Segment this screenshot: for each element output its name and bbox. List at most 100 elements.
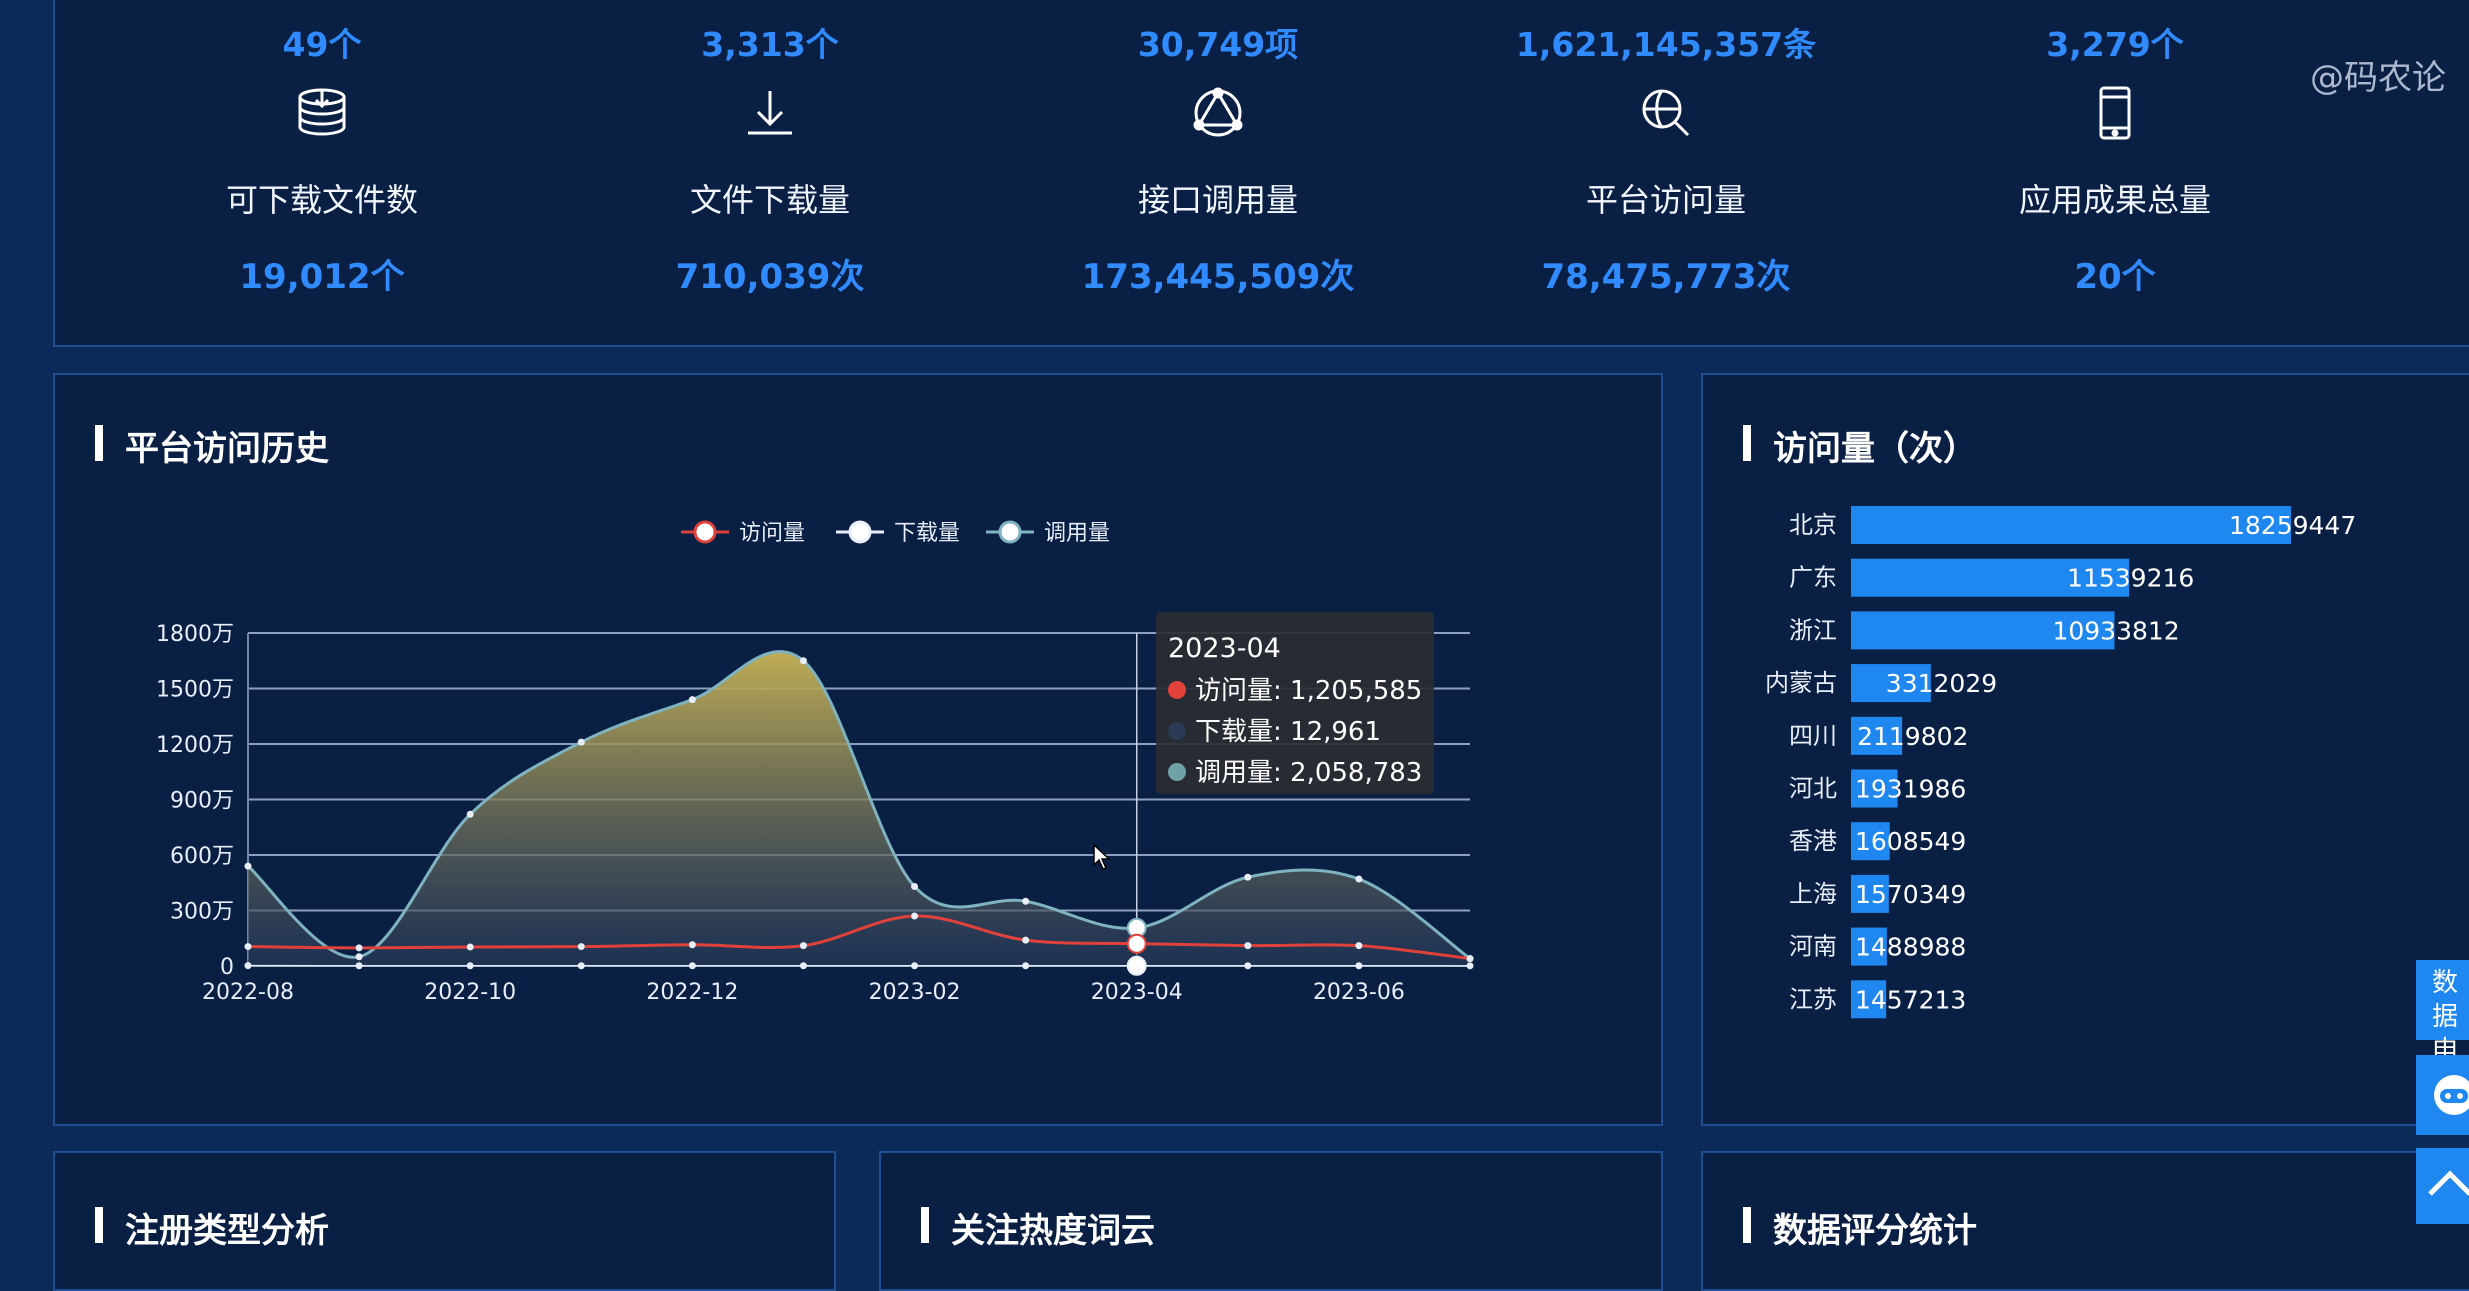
data-apply-button[interactable]: 数据申请: [2416, 960, 2469, 1040]
x-tick-label: 2022-12: [646, 980, 738, 1005]
registration-panel: 注册类型分析: [53, 1151, 836, 1291]
stat-value: 20个: [1935, 249, 2295, 298]
stat-value: 78,475,773次: [1486, 249, 1846, 298]
bar-value-label: 1457213: [1855, 985, 1966, 1014]
legend-marker: [695, 522, 715, 542]
data-point: [1355, 876, 1362, 883]
rating-panel: 数据评分统计: [1701, 1151, 2469, 1291]
tooltip-marker: [1168, 681, 1186, 699]
bar-value-label: 10933812: [2052, 616, 2179, 645]
y-tick-label: 1200万: [156, 733, 234, 758]
bar-category-label: 河北: [1789, 775, 1837, 803]
data-point: [800, 657, 807, 664]
chevron-up-icon: [2416, 1148, 2469, 1224]
data-point: [245, 863, 252, 870]
y-tick-label: 1500万: [156, 678, 234, 703]
data-point: [1467, 962, 1474, 969]
data-point: [689, 696, 696, 703]
watermark-text: @码农论: [2310, 50, 2446, 99]
data-point: [1128, 935, 1146, 953]
visits-bar-chart[interactable]: 北京18259447广东11539216浙江10933812内蒙古3312029…: [1703, 375, 2469, 1128]
tooltip-marker: [1168, 763, 1186, 781]
history-line-chart[interactable]: 0300万600万900万1200万1500万1800万2022-082022-…: [55, 375, 1665, 1128]
bar-category-label: 北京: [1789, 511, 1837, 539]
data-point: [578, 962, 585, 969]
stat-label: 可下载文件数: [142, 175, 502, 221]
stat-top-value: 30,749项: [1038, 18, 1398, 66]
data-point: [1355, 942, 1362, 949]
api-triangle-icon: [1190, 85, 1246, 141]
stat-top-value: 49个: [142, 18, 502, 66]
legend-label: 调用量: [1044, 521, 1110, 546]
stat-app-results: 应用成果总量 20个: [1935, 85, 2295, 298]
stat-label: 文件下载量: [590, 175, 950, 221]
wordcloud-panel: 关注热度词云: [879, 1151, 1663, 1291]
y-tick-label: 1800万: [156, 622, 234, 647]
robot-assistant-button[interactable]: [2416, 1055, 2469, 1135]
data-point: [1355, 962, 1362, 969]
bar: [1851, 506, 2291, 544]
bar-value-label: 1608549: [1855, 827, 1966, 856]
y-tick-label: 0: [220, 955, 234, 980]
history-panel: 平台访问历史 0300万600万900万1200万1500万1800万2022-…: [53, 373, 1663, 1126]
bar-category-label: 河南: [1789, 933, 1837, 961]
bar-category-label: 江苏: [1789, 985, 1837, 1013]
data-point: [578, 943, 585, 950]
robot-icon: [2416, 1055, 2469, 1135]
panel-title: 数据评分统计: [1743, 1203, 1977, 1252]
data-point: [689, 941, 696, 948]
bar-value-label: 1570349: [1855, 880, 1966, 909]
stat-value: 710,039次: [590, 249, 950, 298]
stat-label: 应用成果总量: [1935, 175, 2295, 221]
stat-top-value: 1,621,145,357条: [1486, 18, 1846, 66]
stat-platform-visits: 平台访问量 78,475,773次: [1486, 85, 1846, 298]
bar-value-label: 1931986: [1855, 775, 1966, 804]
stat-api-calls: 接口调用量 173,445,509次: [1038, 85, 1398, 298]
data-point: [1022, 898, 1029, 905]
tooltip-row: 访问量: 1,205,585: [1195, 676, 1422, 706]
visits-panel: 访问量（次） 北京18259447广东11539216浙江10933812内蒙古…: [1701, 373, 2469, 1126]
data-point: [1022, 937, 1029, 944]
data-point: [800, 942, 807, 949]
data-point: [467, 943, 474, 950]
data-point: [1244, 962, 1251, 969]
data-point: [578, 739, 585, 746]
database-download-icon: [294, 85, 350, 141]
x-tick-label: 2023-04: [1091, 980, 1183, 1005]
bar-category-label: 内蒙古: [1765, 669, 1837, 697]
x-tick-label: 2022-10: [424, 980, 516, 1005]
tooltip-date: 2023-04: [1168, 633, 1281, 664]
legend-marker: [1000, 522, 1020, 542]
bar-category-label: 四川: [1789, 722, 1837, 750]
bar-category-label: 广东: [1789, 564, 1837, 592]
bar-category-label: 上海: [1789, 880, 1837, 908]
stat-file-downloads: 文件下载量 710,039次: [590, 85, 950, 298]
x-tick-label: 2022-08: [202, 980, 294, 1005]
data-point: [245, 962, 252, 969]
legend-marker: [850, 522, 870, 542]
bar-value-label: 3312029: [1886, 669, 1997, 698]
data-point: [689, 962, 696, 969]
x-tick-label: 2023-06: [1313, 980, 1405, 1005]
data-point: [356, 953, 363, 960]
data-point: [911, 913, 918, 920]
download-icon: [742, 85, 798, 141]
y-tick-label: 600万: [170, 844, 234, 869]
legend-label: 下载量: [894, 521, 960, 546]
mobile-phone-icon: [2087, 85, 2143, 141]
data-point: [356, 944, 363, 951]
bar-value-label: 1488988: [1855, 933, 1966, 962]
data-point: [1022, 962, 1029, 969]
y-tick-label: 300万: [170, 900, 234, 925]
bar-value-label: 2119802: [1857, 722, 1968, 751]
tooltip-row: 调用量: 2,058,783: [1195, 758, 1422, 788]
data-point: [467, 811, 474, 818]
data-point: [467, 962, 474, 969]
tooltip-row: 下载量: 12,961: [1195, 717, 1381, 747]
stat-downloadable-files: 可下载文件数 19,012个: [142, 85, 502, 298]
stat-value: 173,445,509次: [1038, 249, 1398, 298]
bar-value-label: 11539216: [2067, 564, 2194, 593]
bar-category-label: 浙江: [1789, 616, 1837, 644]
back-to-top-button[interactable]: [2416, 1148, 2469, 1224]
data-point: [1128, 957, 1146, 975]
